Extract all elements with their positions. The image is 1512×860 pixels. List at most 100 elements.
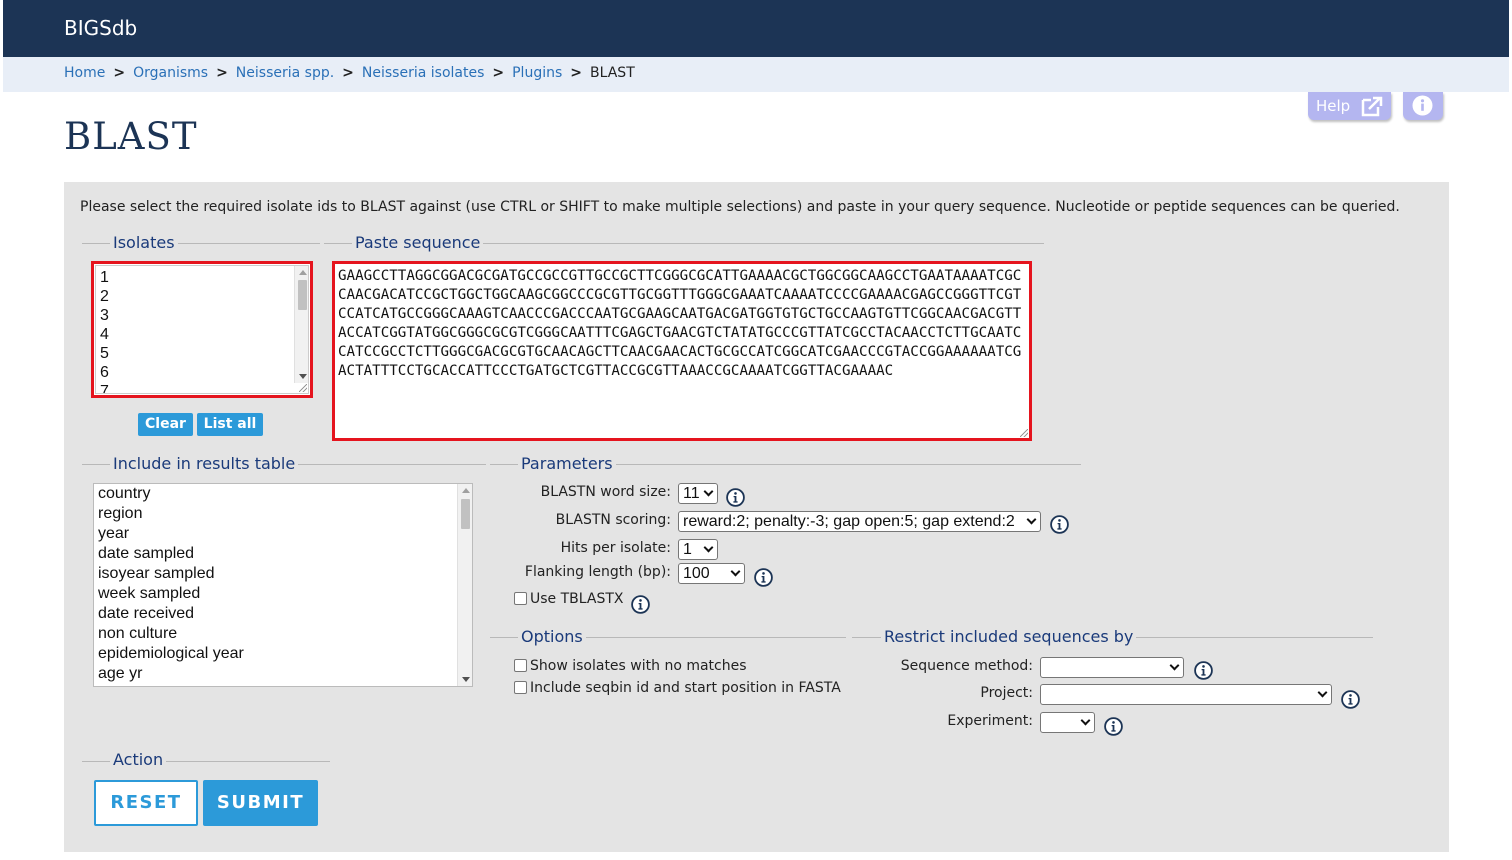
breadcrumb: Home > Organisms > Neisseria spp. > Neisseria … xyxy=(64,65,635,81)
help-label: Help xyxy=(1316,97,1351,115)
hits-value: 1 xyxy=(683,541,692,558)
isolate-option[interactable]: 5 xyxy=(96,344,308,364)
experiment-label: Experiment: xyxy=(947,713,1033,729)
clear-button[interactable]: Clear xyxy=(138,413,193,436)
scroll-thumb[interactable] xyxy=(298,280,307,310)
chevron-down-icon xyxy=(703,542,714,553)
no-matches-checkbox[interactable] xyxy=(514,659,527,672)
results-table-legend: Include in results table xyxy=(110,454,299,473)
list-all-button[interactable]: List all xyxy=(197,413,263,436)
isolate-option[interactable]: 3 xyxy=(96,306,308,326)
chevron-down-icon xyxy=(1080,715,1091,726)
breadcrumb-link-organisms[interactable]: Organisms xyxy=(133,65,208,81)
sequence-highlight: GAAGCCTTAGGCGGACGCGATGCCGCCGTTGCCGCTTCGG… xyxy=(332,261,1032,441)
reset-button[interactable]: RESET xyxy=(94,780,198,826)
word-size-select[interactable]: 11 xyxy=(678,483,718,504)
breadcrumb-link-home[interactable]: Home xyxy=(64,65,105,81)
isolates-legend: Isolates xyxy=(110,233,178,252)
breadcrumb-separator: > xyxy=(216,65,228,81)
breadcrumb-separator: > xyxy=(492,65,505,81)
scroll-up-arrow-icon[interactable] xyxy=(299,270,307,275)
tblastx-checkbox[interactable] xyxy=(514,592,527,605)
sequence-legend: Paste sequence xyxy=(352,233,484,252)
breadcrumb-link-neisseria-spp[interactable]: Neisseria spp. xyxy=(236,65,334,81)
submit-button[interactable]: SUBMIT xyxy=(203,780,318,826)
top-navigation-bar: BIGSdb xyxy=(3,0,1509,57)
hits-select[interactable]: 1 xyxy=(678,539,718,560)
info-circle-icon[interactable] xyxy=(1341,690,1360,709)
restrict-legend: Restrict included sequences by xyxy=(881,627,1137,646)
page-title: BLAST xyxy=(64,115,198,158)
isolates-listbox[interactable]: 1 2 3 4 5 6 7 xyxy=(95,265,309,394)
results-field-option[interactable]: country xyxy=(94,484,472,504)
results-field-option[interactable]: year xyxy=(94,524,472,544)
results-field-option[interactable]: region xyxy=(94,504,472,524)
chevron-down-icon xyxy=(1317,687,1328,698)
scoring-value: reward:2; penalty:-3; gap open:5; gap ex… xyxy=(683,513,1015,530)
no-matches-label[interactable]: Show isolates with no matches xyxy=(530,658,747,674)
breadcrumb-bar: Home > Organisms > Neisseria spp. > Neisseria … xyxy=(3,57,1509,92)
isolate-option[interactable]: 6 xyxy=(96,363,308,383)
isolates-scrollbar[interactable] xyxy=(294,266,308,383)
results-field-option[interactable]: date sampled xyxy=(94,544,472,564)
resize-grip-icon[interactable] xyxy=(1020,429,1028,437)
action-legend: Action xyxy=(110,750,167,769)
scroll-up-arrow-icon[interactable] xyxy=(462,488,470,493)
hits-label: Hits per isolate: xyxy=(560,540,671,556)
word-size-value: 11 xyxy=(683,485,700,502)
external-link-icon xyxy=(1361,96,1383,117)
tblastx-label[interactable]: Use TBLASTX xyxy=(530,591,624,607)
info-circle-icon[interactable] xyxy=(726,488,745,507)
chevron-down-icon xyxy=(703,486,714,497)
experiment-select[interactable] xyxy=(1040,712,1095,733)
results-field-option[interactable]: week sampled xyxy=(94,584,472,604)
flanking-select[interactable]: 100 xyxy=(678,563,745,584)
help-button[interactable]: Help xyxy=(1308,92,1391,120)
seqbin-checkbox[interactable] xyxy=(514,681,527,694)
results-fields-scrollbar[interactable] xyxy=(457,484,472,686)
results-fields-listbox[interactable]: country region year date sampled isoyear… xyxy=(93,483,473,687)
results-field-option[interactable]: isoyear sampled xyxy=(94,564,472,584)
info-circle-icon xyxy=(1412,95,1433,116)
word-size-label: BLASTN word size: xyxy=(540,484,671,500)
results-field-option[interactable]: age yr xyxy=(94,664,472,684)
info-circle-icon[interactable] xyxy=(631,595,650,614)
chevron-down-icon xyxy=(1026,514,1037,525)
breadcrumb-separator: > xyxy=(570,65,582,81)
results-field-option[interactable]: date received xyxy=(94,604,472,624)
isolate-option[interactable]: 4 xyxy=(96,325,308,345)
results-field-option[interactable]: non culture xyxy=(94,624,472,644)
blast-form-panel: Please select the required isolate ids t… xyxy=(64,182,1449,852)
parameters-legend: Parameters xyxy=(518,454,616,473)
scoring-select[interactable]: reward:2; penalty:-3; gap open:5; gap ex… xyxy=(678,511,1041,532)
info-circle-icon[interactable] xyxy=(1050,515,1069,534)
sequence-method-label: Sequence method: xyxy=(900,658,1033,674)
isolate-option[interactable]: 1 xyxy=(96,268,308,288)
info-circle-icon[interactable] xyxy=(754,568,773,587)
flanking-value: 100 xyxy=(683,565,710,582)
breadcrumb-separator: > xyxy=(342,65,354,81)
isolate-option[interactable]: 2 xyxy=(96,287,308,307)
project-select[interactable] xyxy=(1040,684,1332,705)
sequence-textarea[interactable]: GAAGCCTTAGGCGGACGCGATGCCGCCGTTGCCGCTTCGG… xyxy=(335,264,1029,438)
breadcrumb-current: BLAST xyxy=(590,65,635,81)
seqbin-label[interactable]: Include seqbin id and start position in … xyxy=(530,680,841,696)
breadcrumb-link-plugins[interactable]: Plugins xyxy=(512,65,562,81)
scroll-thumb[interactable] xyxy=(461,499,470,529)
isolate-option[interactable]: 7 xyxy=(96,382,308,393)
scroll-down-arrow-icon[interactable] xyxy=(299,374,307,379)
options-legend: Options xyxy=(518,627,586,646)
resize-grip-icon[interactable] xyxy=(299,384,307,392)
info-circle-icon[interactable] xyxy=(1194,661,1213,680)
instructions-text: Please select the required isolate ids t… xyxy=(80,199,1400,215)
site-brand[interactable]: BIGSdb xyxy=(64,16,137,40)
info-circle-icon[interactable] xyxy=(1104,717,1123,736)
scoring-label: BLASTN scoring: xyxy=(555,512,671,528)
flanking-label: Flanking length (bp): xyxy=(524,564,671,580)
info-button[interactable] xyxy=(1403,92,1443,120)
scroll-down-arrow-icon[interactable] xyxy=(462,677,470,682)
chevron-down-icon xyxy=(1169,660,1180,671)
breadcrumb-link-neisseria-isolates[interactable]: Neisseria isolates xyxy=(362,65,484,81)
sequence-method-select[interactable] xyxy=(1040,657,1184,678)
results-field-option[interactable]: epidemiological year xyxy=(94,644,472,664)
